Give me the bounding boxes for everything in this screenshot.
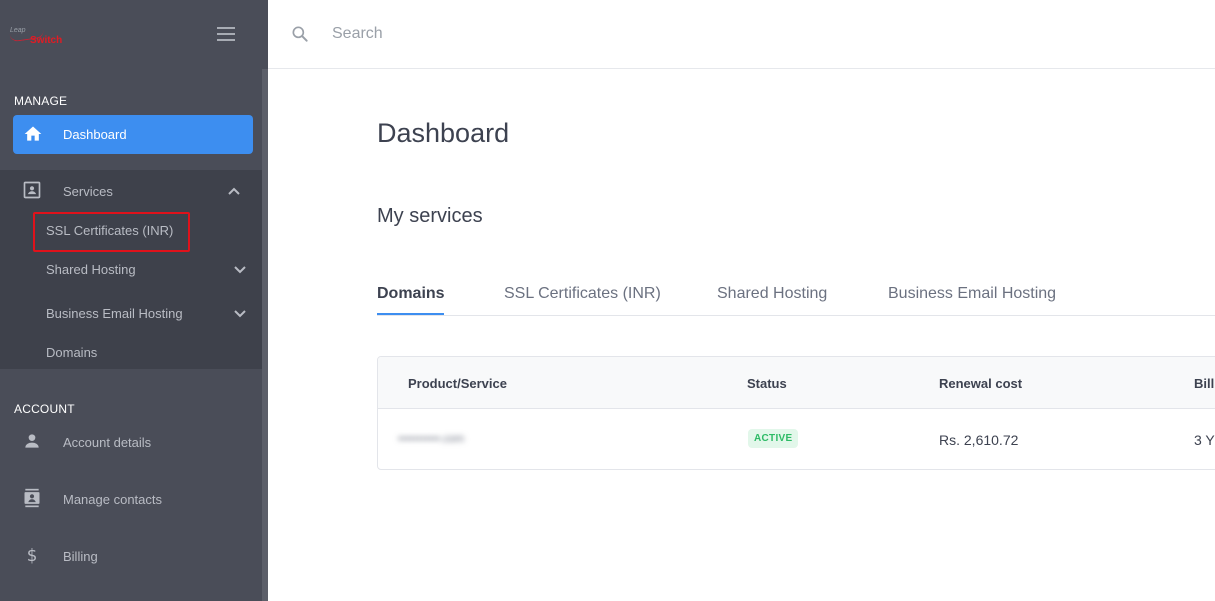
chevron-down-icon[interactable] [233,309,247,319]
sidebar-item-label: Services [63,184,113,199]
product-name-blurred[interactable]: •••••••••••.com [398,433,513,447]
column-header-status: Status [747,376,787,391]
sidebar-subitem-domains[interactable]: Domains [46,345,97,360]
billing-value: 3 Y [1194,432,1215,448]
manage-section-label: MANAGE [14,94,68,108]
sidebar-item-billing[interactable]: $ Billing [0,537,262,573]
active-tab-indicator [377,313,444,315]
services-table: Product/Service Status Renewal cost Bill… [377,356,1215,470]
search-icon [292,26,308,42]
person-icon [25,434,39,448]
page-title: Dashboard [377,118,510,148]
sidebar-subitem-business-email-hosting[interactable]: Business Email Hosting [46,306,183,321]
home-icon [24,126,42,141]
contacts-icon [24,488,40,508]
sidebar-item-label: Manage contacts [63,492,163,507]
status-badge: ACTIVE [748,429,799,448]
sidebar-item-label: Account details [63,435,152,450]
tab-domains[interactable]: Domains [377,285,445,303]
dollar-icon: $ [27,546,38,565]
contact-card-icon [23,181,41,199]
chevron-down-icon[interactable] [233,265,247,275]
column-header-renewal-cost: Renewal cost [939,376,1023,391]
sidebar-subitem-shared-hosting[interactable]: Shared Hosting [46,262,136,277]
sidebar-item-services[interactable]: Services [0,172,262,208]
topbar [268,0,1215,69]
renewal-cost-value: Rs. 2,610.72 [939,432,1019,448]
chevron-up-icon [228,187,240,195]
logo-bottom-text: Switch [30,35,63,46]
tab-business-email-hosting[interactable]: Business Email Hosting [888,285,1056,303]
table-header: Product/Service Status Renewal cost Bill… [378,357,1215,409]
logo-bar: Leap Switch [0,0,268,69]
services-tabs: Domains SSL Certificates (INR) Shared Ho… [377,284,1215,316]
sidebar-item-account-details[interactable]: Account details [0,423,262,459]
search-input[interactable] [332,20,732,48]
sidebar-item-label: Billing [63,549,98,564]
account-section-label: ACCOUNT [14,402,75,416]
brand-logo[interactable]: Leap Switch [9,24,70,48]
sidebar-item-label: Dashboard [63,127,127,142]
column-header-product: Product/Service [408,376,507,391]
sidebar-item-manage-contacts[interactable]: Manage contacts [0,480,262,516]
highlight-box [33,212,190,252]
sidebar-scrollbar[interactable] [262,69,268,601]
section-title: My services [377,205,483,227]
column-header-billing: Billi [1194,376,1215,391]
tab-ssl-certificates[interactable]: SSL Certificates (INR) [504,285,661,303]
svg-text:$: $ [27,546,38,565]
sidebar-item-dashboard[interactable]: Dashboard [13,115,253,154]
tab-shared-hosting[interactable]: Shared Hosting [717,285,827,303]
hamburger-menu-icon[interactable] [217,27,235,41]
